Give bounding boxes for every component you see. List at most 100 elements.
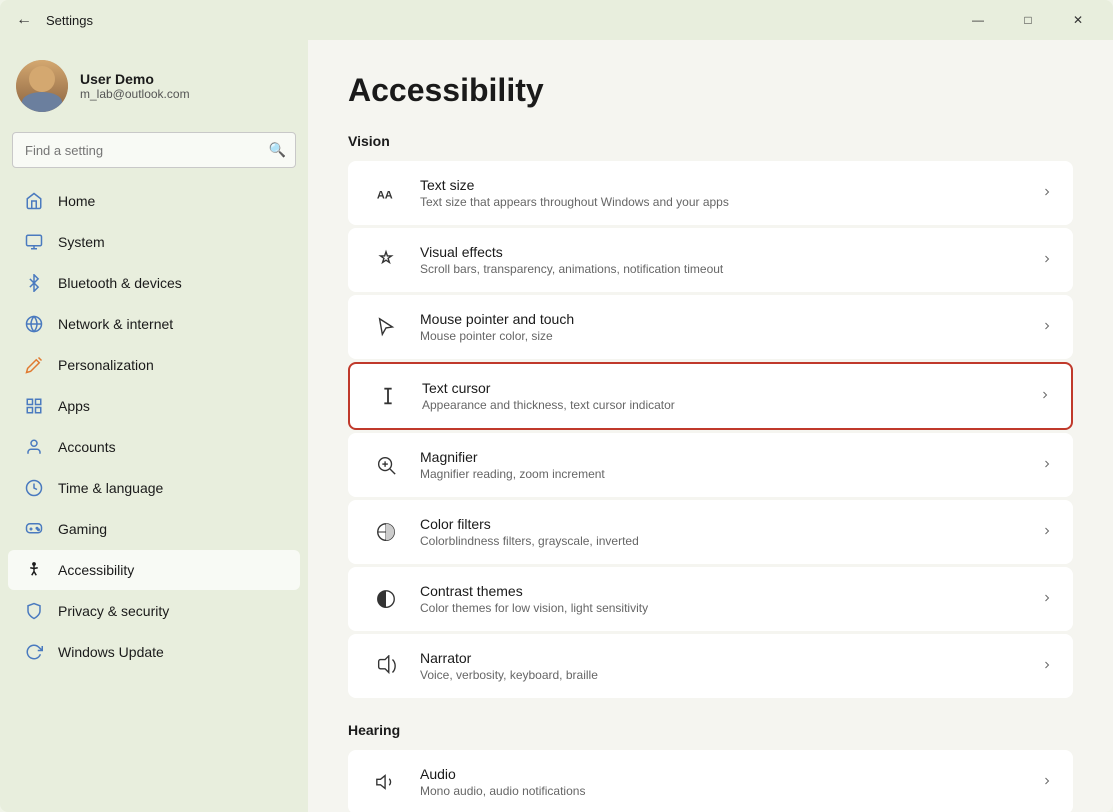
sidebar-item-home[interactable]: Home <box>8 181 300 221</box>
titlebar: ← Settings — □ ✕ <box>0 0 1113 40</box>
item-subtitle: Mouse pointer color, size <box>420 329 1025 343</box>
settings-item-color-filters[interactable]: Color filters Colorblindness filters, gr… <box>348 500 1073 564</box>
close-button[interactable]: ✕ <box>1055 4 1101 36</box>
sidebar-item-time[interactable]: Time & language <box>8 468 300 508</box>
item-text: Color filters Colorblindness filters, gr… <box>420 516 1025 548</box>
item-title: Contrast themes <box>420 583 1025 599</box>
settings-item-text-cursor[interactable]: Text cursor Appearance and thickness, te… <box>348 362 1073 430</box>
settings-list-hearing: Audio Mono audio, audio notifications <box>348 750 1073 812</box>
search-input[interactable] <box>12 132 296 168</box>
magnifier-icon <box>368 447 404 483</box>
text-size-icon: AA <box>368 175 404 211</box>
settings-item-visual-effects[interactable]: Visual effects Scroll bars, transparency… <box>348 228 1073 292</box>
item-subtitle: Magnifier reading, zoom increment <box>420 467 1025 481</box>
network-icon <box>24 314 44 334</box>
bluetooth-icon <box>24 273 44 293</box>
user-name: User Demo <box>80 71 190 87</box>
sidebar-item-label: Time & language <box>58 480 163 496</box>
sidebar-item-label: Windows Update <box>58 644 164 660</box>
sidebar-item-label: Personalization <box>58 357 154 373</box>
sidebar-item-label: Network & internet <box>58 316 173 332</box>
sidebar-item-personalization[interactable]: Personalization <box>8 345 300 385</box>
chevron-right-icon <box>1041 457 1053 473</box>
item-subtitle: Mono audio, audio notifications <box>420 784 1025 798</box>
item-title: Text size <box>420 177 1025 193</box>
settings-list-vision: AA Text size Text size that appears thro… <box>348 161 1073 698</box>
item-subtitle: Text size that appears throughout Window… <box>420 195 1025 209</box>
window-controls: — □ ✕ <box>955 4 1101 36</box>
item-title: Text cursor <box>422 380 1023 396</box>
item-title: Magnifier <box>420 449 1025 465</box>
user-profile: User Demo m_lab@outlook.com <box>0 48 308 132</box>
maximize-button[interactable]: □ <box>1005 4 1051 36</box>
sidebar-item-accessibility[interactable]: Accessibility <box>8 550 300 590</box>
audio-icon <box>368 764 404 800</box>
item-title: Visual effects <box>420 244 1025 260</box>
contrast-themes-icon <box>368 581 404 617</box>
settings-window: ← Settings — □ ✕ User Demo m_lab@outlook… <box>0 0 1113 812</box>
item-subtitle: Appearance and thickness, text cursor in… <box>422 398 1023 412</box>
main-content: User Demo m_lab@outlook.com 🔍 Home Syste… <box>0 40 1113 812</box>
sidebar-item-label: Bluetooth & devices <box>58 275 182 291</box>
sidebar-item-label: Accounts <box>58 439 116 455</box>
sidebar-item-update[interactable]: Windows Update <box>8 632 300 672</box>
sidebar-item-accounts[interactable]: Accounts <box>8 427 300 467</box>
settings-item-mouse-pointer[interactable]: Mouse pointer and touch Mouse pointer co… <box>348 295 1073 359</box>
sections-container: Vision AA Text size Text size that appear… <box>348 133 1073 812</box>
sidebar-item-privacy[interactable]: Privacy & security <box>8 591 300 631</box>
item-subtitle: Scroll bars, transparency, animations, n… <box>420 262 1025 276</box>
sidebar-item-label: System <box>58 234 105 250</box>
chevron-right-icon <box>1041 524 1053 540</box>
settings-item-contrast-themes[interactable]: Contrast themes Color themes for low vis… <box>348 567 1073 631</box>
svg-text:AA: AA <box>377 190 393 202</box>
page-title: Accessibility <box>348 72 1073 109</box>
sidebar-item-label: Home <box>58 193 95 209</box>
sidebar: User Demo m_lab@outlook.com 🔍 Home Syste… <box>0 40 308 812</box>
section-title: Hearing <box>348 722 1073 738</box>
accounts-icon <box>24 437 44 457</box>
section-vision: Vision AA Text size Text size that appear… <box>348 133 1073 698</box>
sidebar-item-label: Gaming <box>58 521 107 537</box>
privacy-icon <box>24 601 44 621</box>
item-text: Text size Text size that appears through… <box>420 177 1025 209</box>
minimize-button[interactable]: — <box>955 4 1001 36</box>
item-subtitle: Voice, verbosity, keyboard, braille <box>420 668 1025 682</box>
item-title: Mouse pointer and touch <box>420 311 1025 327</box>
color-filters-icon <box>368 514 404 550</box>
visual-effects-icon <box>368 242 404 278</box>
sidebar-item-apps[interactable]: Apps <box>8 386 300 426</box>
titlebar-title: Settings <box>46 13 945 28</box>
item-title: Color filters <box>420 516 1025 532</box>
section-title: Vision <box>348 133 1073 149</box>
chevron-right-icon <box>1041 319 1053 335</box>
item-text: Contrast themes Color themes for low vis… <box>420 583 1025 615</box>
gaming-icon <box>24 519 44 539</box>
settings-item-text-size[interactable]: AA Text size Text size that appears thro… <box>348 161 1073 225</box>
nav-container: Home System Bluetooth & devices Network … <box>0 180 308 673</box>
search-box: 🔍 <box>12 132 296 168</box>
avatar <box>16 60 68 112</box>
chevron-right-icon <box>1041 658 1053 674</box>
chevron-right-icon <box>1041 252 1053 268</box>
text-cursor-icon <box>370 378 406 414</box>
settings-item-audio[interactable]: Audio Mono audio, audio notifications <box>348 750 1073 812</box>
back-button[interactable]: ← <box>12 8 36 32</box>
sidebar-item-label: Privacy & security <box>58 603 169 619</box>
mouse-pointer-icon <box>368 309 404 345</box>
chevron-right-icon <box>1039 388 1051 404</box>
item-subtitle: Color themes for low vision, light sensi… <box>420 601 1025 615</box>
main-panel: Accessibility Vision AA Text size Text si… <box>308 40 1113 812</box>
item-subtitle: Colorblindness filters, grayscale, inver… <box>420 534 1025 548</box>
user-email: m_lab@outlook.com <box>80 87 190 101</box>
item-text: Audio Mono audio, audio notifications <box>420 766 1025 798</box>
sidebar-item-network[interactable]: Network & internet <box>8 304 300 344</box>
sidebar-item-bluetooth[interactable]: Bluetooth & devices <box>8 263 300 303</box>
item-text: Narrator Voice, verbosity, keyboard, bra… <box>420 650 1025 682</box>
settings-item-magnifier[interactable]: Magnifier Magnifier reading, zoom increm… <box>348 433 1073 497</box>
chevron-right-icon <box>1041 185 1053 201</box>
sidebar-item-label: Accessibility <box>58 562 134 578</box>
settings-item-narrator[interactable]: Narrator Voice, verbosity, keyboard, bra… <box>348 634 1073 698</box>
sidebar-item-gaming[interactable]: Gaming <box>8 509 300 549</box>
sidebar-item-system[interactable]: System <box>8 222 300 262</box>
user-info: User Demo m_lab@outlook.com <box>80 71 190 101</box>
